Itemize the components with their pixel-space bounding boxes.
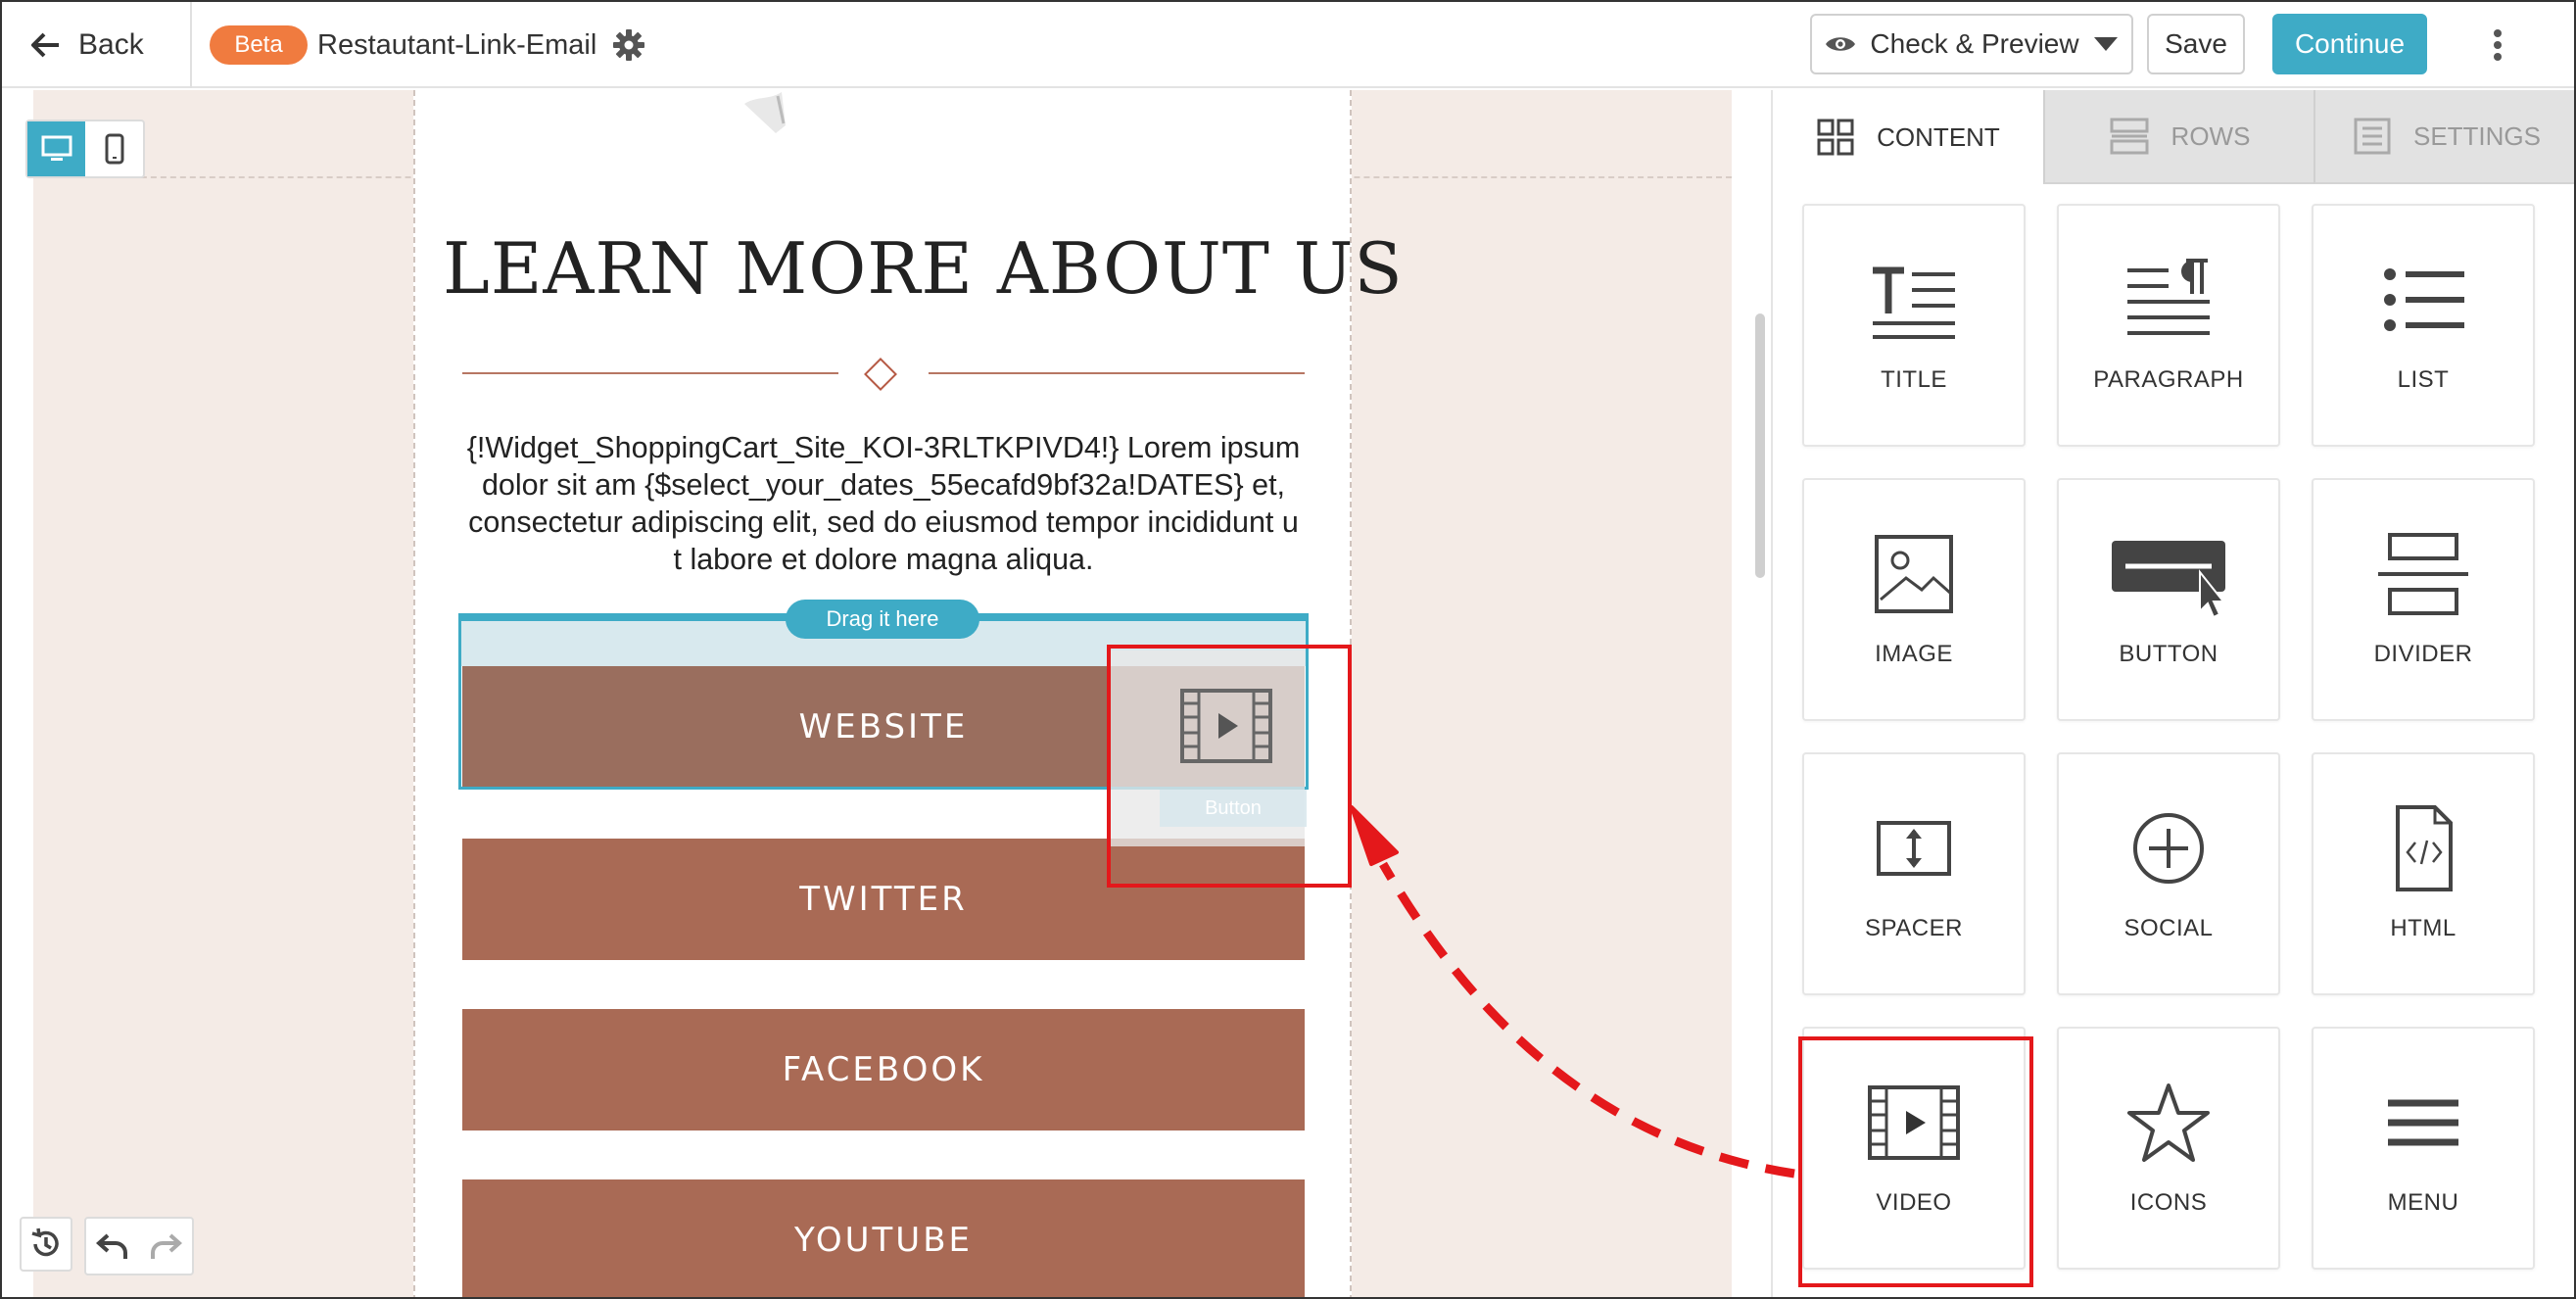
tile-spacer-label: SPACER	[1865, 915, 1963, 941]
html-icon	[2396, 805, 2453, 891]
email-button-facebook[interactable]: FACEBOOK	[462, 1009, 1305, 1131]
tab-settings-label: SETTINGS	[2412, 120, 2541, 151]
email-button-youtube[interactable]: YOUTUBE	[462, 1179, 1305, 1297]
arrow-left-icon	[31, 32, 59, 58]
tile-title-label: TITLE	[1881, 366, 1947, 393]
desktop-icon	[41, 135, 72, 161]
tile-social-label: SOCIAL	[2123, 915, 2214, 941]
tile-icons[interactable]: ICONS	[2057, 1027, 2280, 1270]
tile-button-label: BUTTON	[2119, 641, 2218, 667]
beta-badge: Beta	[210, 25, 308, 65]
title-icon	[1873, 266, 1955, 339]
topbar-separator	[190, 2, 192, 88]
tile-spacer[interactable]: SPACER	[1802, 752, 2026, 995]
star-icon	[2127, 1083, 2210, 1162]
gear-icon[interactable]	[611, 27, 646, 63]
mobile-icon	[105, 133, 123, 165]
spacer-icon	[1877, 821, 1951, 876]
drag-here-pill: Drag it here	[786, 600, 979, 639]
tile-paragraph[interactable]: PARAGRAPH	[2057, 204, 2280, 447]
save-button[interactable]: Save	[2147, 14, 2245, 74]
settings-icon	[2354, 118, 2391, 155]
tile-image[interactable]: IMAGE	[1802, 478, 2026, 721]
tile-menu[interactable]: MENU	[2312, 1027, 2535, 1270]
history-toolbar	[20, 1217, 194, 1275]
tile-divider-label: DIVIDER	[2373, 641, 2473, 667]
tile-icons-label: ICONS	[2129, 1189, 2208, 1216]
list-icon	[2384, 268, 2464, 331]
button-icon	[2112, 541, 2226, 619]
rows-icon	[2110, 118, 2149, 155]
tile-image-label: IMAGE	[1875, 641, 1953, 667]
continue-button[interactable]: Continue	[2272, 14, 2427, 74]
ornament-line-left	[462, 372, 838, 374]
check-preview-button[interactable]: Check & Preview	[1810, 14, 2133, 74]
eye-icon	[1826, 37, 1856, 51]
email-paragraph[interactable]: {!Widget_ShoppingCart_Site_KOI-3RLTKPIVD…	[462, 429, 1305, 578]
history-button[interactable]	[20, 1217, 72, 1272]
redo-icon	[151, 1233, 182, 1259]
tile-list[interactable]: LIST	[2312, 204, 2535, 447]
panel-tabs: CONTENT ROWS SETTINGS	[1773, 90, 2574, 184]
undo-icon	[96, 1233, 127, 1259]
partial-image-icon	[744, 92, 786, 133]
social-icon	[2133, 813, 2204, 884]
menu-icon	[2388, 1099, 2458, 1146]
email-heading[interactable]: LEARN MORE ABOUT US	[443, 227, 1403, 310]
canvas-scrollbar[interactable]	[1755, 313, 1765, 578]
paragraph-icon	[2127, 259, 2210, 335]
check-preview-label: Check & Preview	[1870, 28, 2079, 59]
tab-content-label: CONTENT	[1877, 121, 2000, 152]
divider-icon	[2378, 533, 2468, 615]
image-icon	[1875, 535, 1953, 613]
annotation-box-drop	[1107, 645, 1352, 888]
canvas-gutter	[2, 90, 33, 1297]
tile-menu-label: MENU	[2387, 1189, 2459, 1216]
top-bar: Back Beta Restautant-Link-Email Check & …	[2, 2, 2574, 88]
tile-social[interactable]: SOCIAL	[2057, 752, 2280, 995]
tab-settings[interactable]: SETTINGS	[2314, 90, 2574, 184]
undo-redo-group	[84, 1217, 194, 1275]
tile-button[interactable]: BUTTON	[2057, 478, 2280, 721]
back-label: Back	[78, 28, 144, 61]
grid-icon	[1817, 119, 1854, 156]
document-title: Restautant-Link-Email	[317, 29, 597, 61]
tile-title[interactable]: TITLE	[1802, 204, 2026, 447]
more-options-icon[interactable]	[2480, 25, 2515, 65]
tile-divider[interactable]: DIVIDER	[2312, 478, 2535, 721]
tile-list-label: LIST	[2397, 366, 2450, 393]
device-toggle	[25, 120, 145, 178]
tab-content[interactable]: CONTENT	[1773, 90, 2043, 184]
ornament-line-right	[929, 372, 1305, 374]
history-icon	[31, 1227, 59, 1257]
tab-rows[interactable]: ROWS	[2043, 90, 2314, 184]
app-frame: Back Beta Restautant-Link-Email Check & …	[0, 0, 2576, 1299]
redo-button[interactable]	[139, 1219, 192, 1274]
tile-html-label: HTML	[2390, 915, 2457, 941]
tile-paragraph-label: PARAGRAPH	[2093, 366, 2244, 393]
mobile-view-button[interactable]	[85, 121, 143, 176]
tile-html[interactable]: HTML	[2312, 752, 2535, 995]
undo-button[interactable]	[86, 1219, 139, 1274]
desktop-view-button[interactable]	[27, 121, 85, 176]
tab-rows-label: ROWS	[2171, 120, 2251, 151]
annotation-box-video	[1798, 1036, 2033, 1287]
back-button[interactable]: Back	[31, 20, 144, 71]
caret-down-icon	[2093, 37, 2118, 51]
